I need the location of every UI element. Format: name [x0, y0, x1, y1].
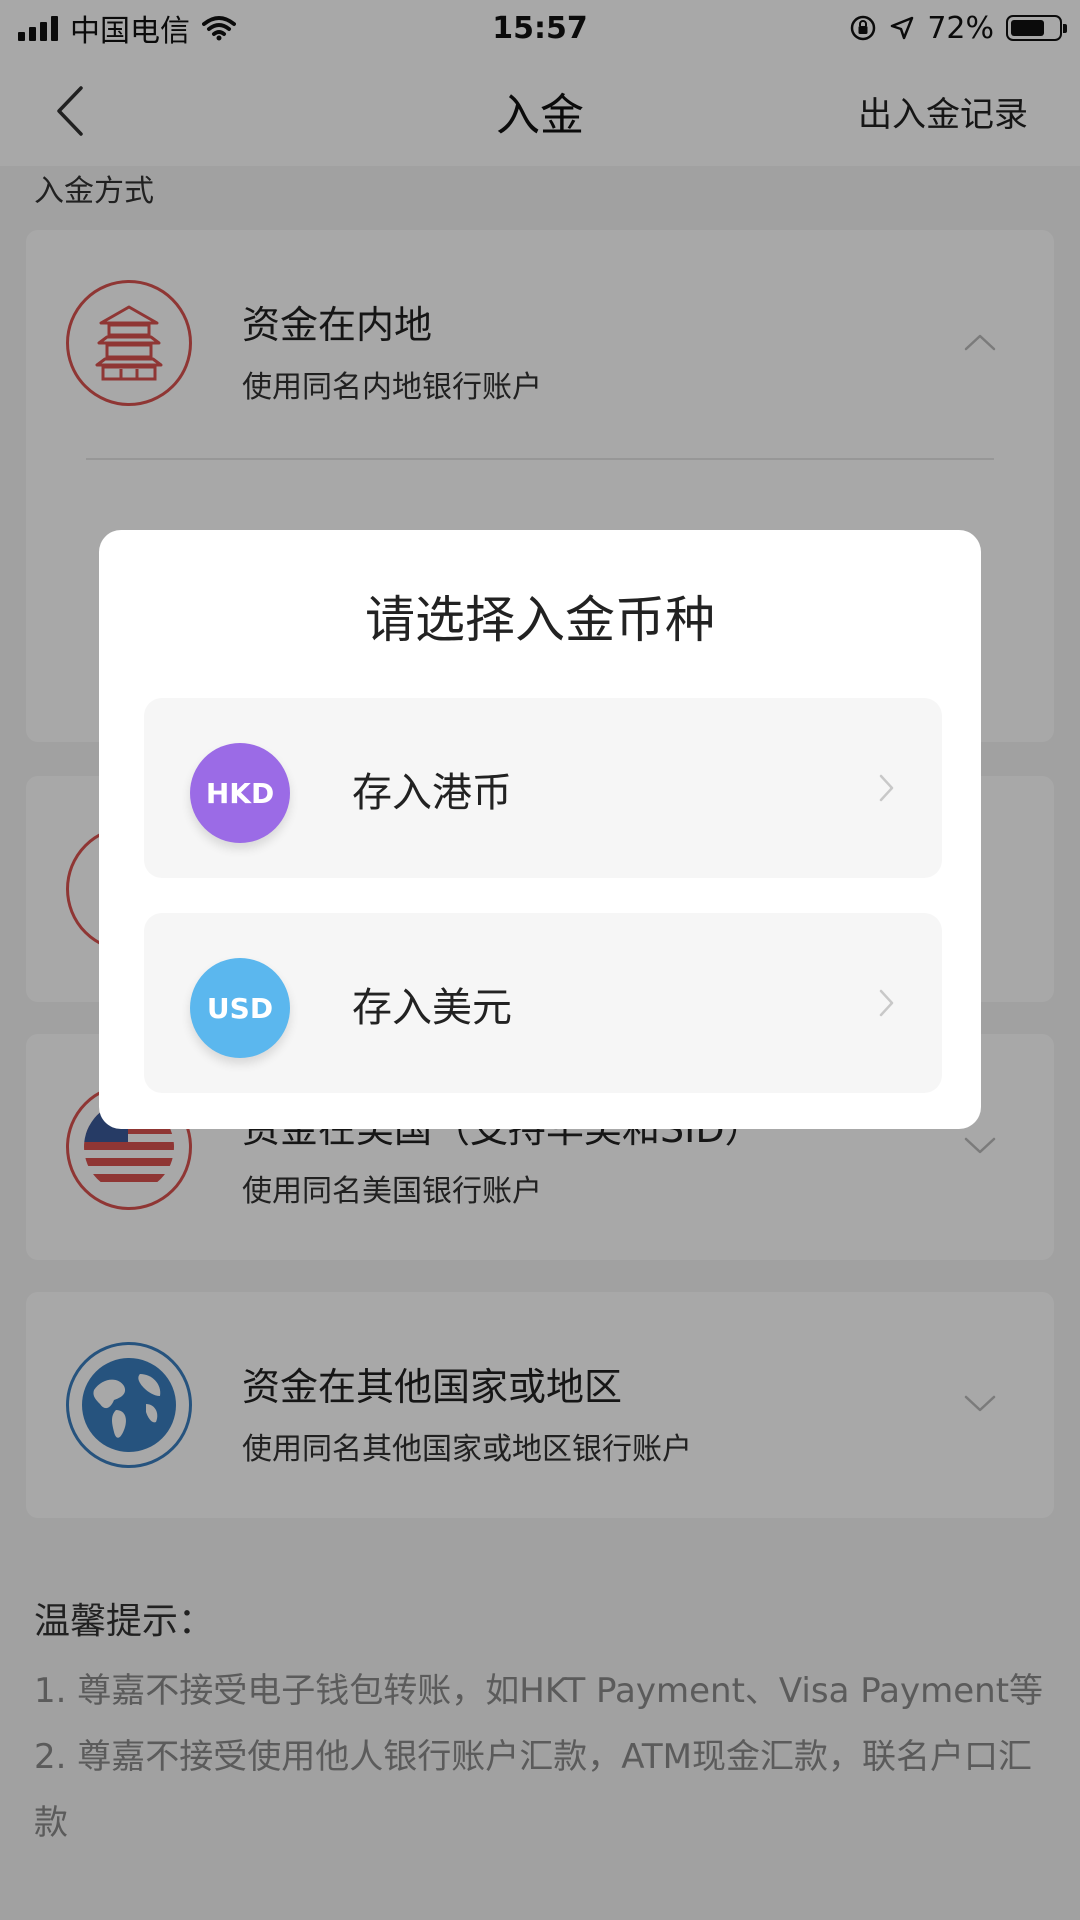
chevron-right-icon	[872, 985, 902, 1021]
currency-dialog: 请选择入金币种 HKD 存入港币 USD 存入美元	[99, 530, 981, 1129]
option-label: 存入港币	[352, 770, 512, 816]
hkd-badge: HKD	[190, 743, 290, 843]
option-usd[interactable]: USD 存入美元	[144, 913, 942, 1093]
option-label: 存入美元	[352, 985, 512, 1031]
option-hkd[interactable]: HKD 存入港币	[144, 698, 942, 878]
usd-badge: USD	[190, 958, 290, 1058]
chevron-right-icon	[872, 770, 902, 806]
dialog-title: 请选择入金币种	[365, 591, 715, 649]
